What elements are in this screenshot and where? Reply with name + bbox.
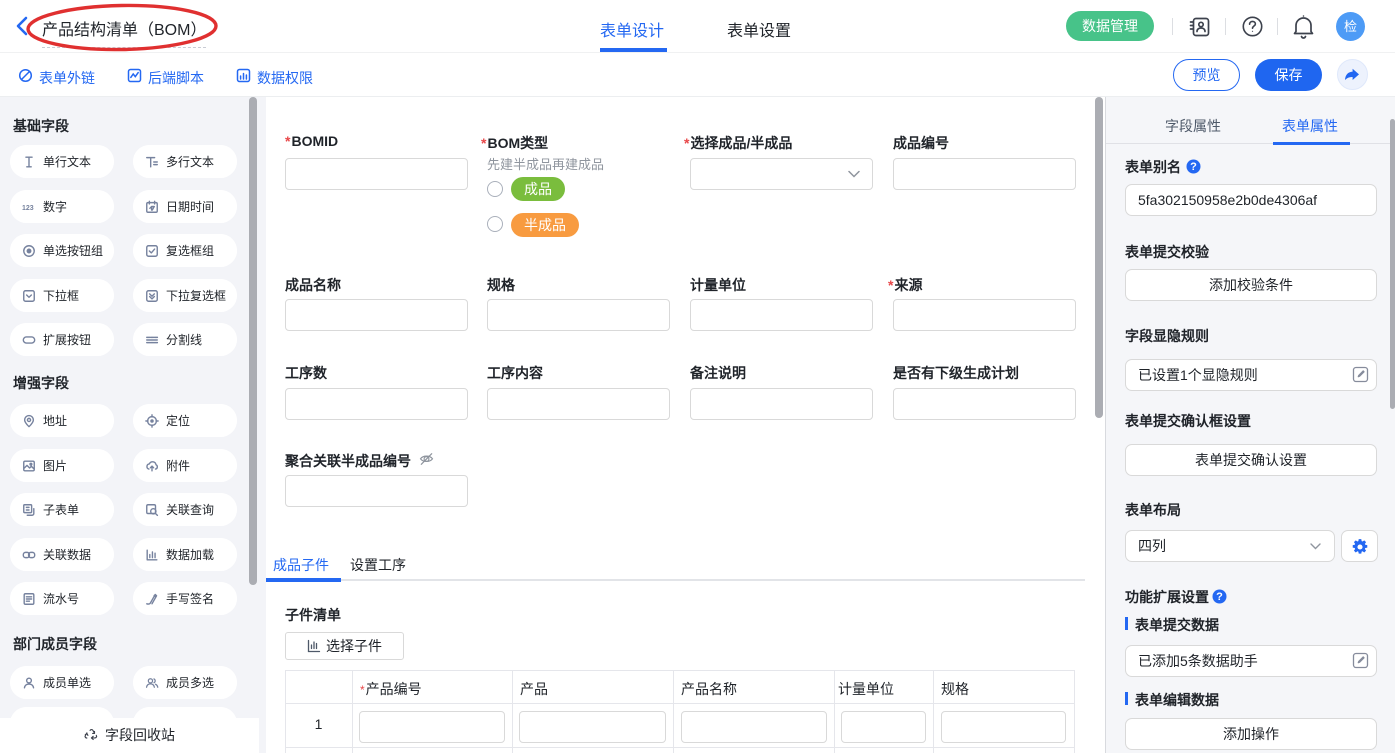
svg-text:123: 123 (22, 205, 34, 212)
svg-text:?: ? (1216, 591, 1223, 603)
svg-text:?: ? (1190, 161, 1197, 173)
